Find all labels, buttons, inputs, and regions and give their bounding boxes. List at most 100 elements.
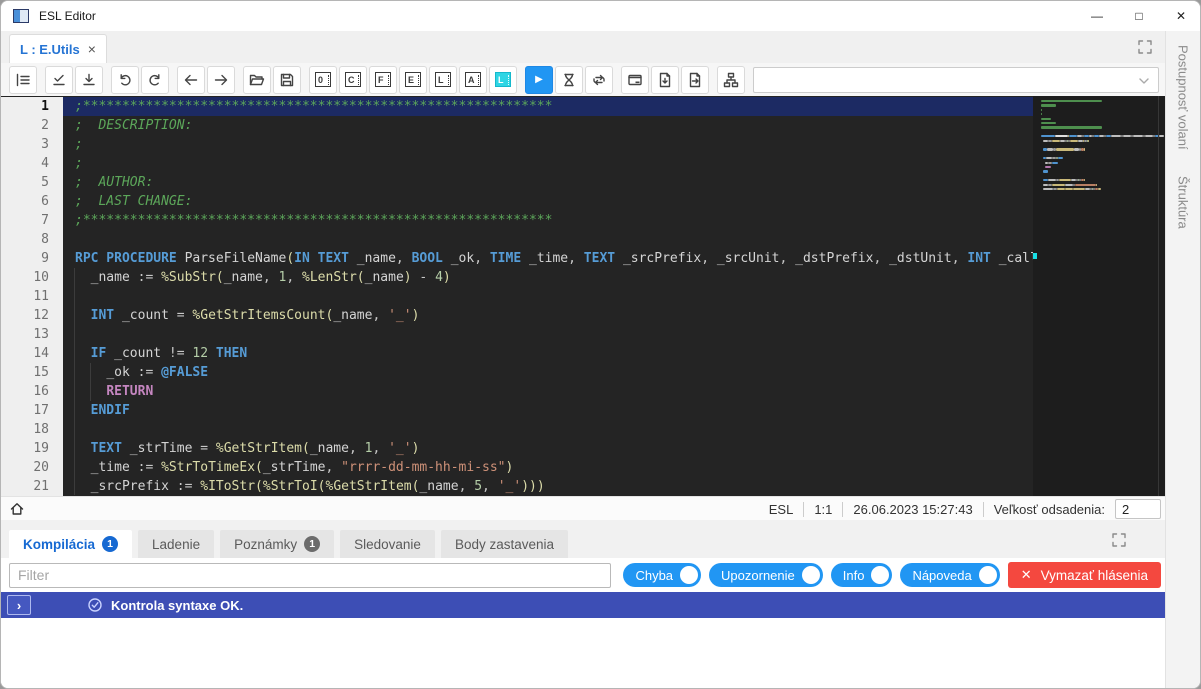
line-number: 1 — [1, 97, 63, 116]
objects-0-button[interactable]: 0 — [309, 66, 337, 94]
code-editor[interactable]: 1;**************************************… — [1, 96, 1167, 496]
undo-button[interactable] — [111, 66, 139, 94]
maximize-button[interactable]: □ — [1118, 1, 1160, 31]
minimap-line — [1039, 187, 1155, 191]
indent-icon — [15, 72, 31, 88]
toggle-n-poveda[interactable]: Nápoveda — [900, 563, 999, 587]
object-type-a-icon: A — [465, 72, 481, 87]
code-line: 15 _ok := @FALSE — [1, 363, 1033, 382]
code-text: IF _count != 12 THEN — [63, 344, 1033, 363]
document-tab-bar: L : E.Utils × — [1, 31, 1167, 63]
code-line: 13 — [1, 325, 1033, 344]
code-text — [63, 287, 1033, 306]
syntax-check-button[interactable] — [45, 66, 73, 94]
code-text: ENDIF — [63, 401, 1033, 420]
code-text: ; DESCRIPTION: — [63, 116, 1033, 135]
object-type-l-icon: L — [495, 72, 511, 87]
code-text: ;***************************************… — [63, 97, 1033, 116]
nav-forward-button[interactable] — [207, 66, 235, 94]
hourglass-icon — [561, 72, 577, 88]
nav-back-button[interactable] — [177, 66, 205, 94]
filter-input[interactable] — [9, 563, 611, 588]
code-line: 19 TEXT _strTime = %GetStrItem(_name, 1,… — [1, 439, 1033, 458]
message-text: Kontrola syntaxe OK. — [111, 598, 243, 613]
minimap[interactable] — [1039, 99, 1155, 191]
bottom-panel: Kompilácia 1 LadeniePoznámky1SledovanieBod… — [1, 520, 1167, 689]
expand-editor-icon[interactable] — [1137, 39, 1153, 55]
tab-close-icon[interactable]: × — [88, 42, 96, 56]
wait-button[interactable] — [555, 66, 583, 94]
tab-e-utils[interactable]: L : E.Utils × — [9, 34, 107, 63]
code-lines[interactable]: 1;**************************************… — [1, 97, 1033, 496]
line-number: 2 — [1, 116, 63, 135]
run-button[interactable]: ▶ — [525, 66, 553, 94]
doc-export-button[interactable] — [681, 66, 709, 94]
code-text — [63, 230, 1033, 249]
code-text: RPC PROCEDURE ParseFileName(IN TEXT _nam… — [63, 249, 1033, 268]
code-text: _time := %StrToTimeEx(_strTime, "rrrr-dd… — [63, 458, 1033, 477]
objects-e-button[interactable]: E — [399, 66, 427, 94]
toggle-upozornenie[interactable]: Upozornenie — [709, 563, 823, 587]
format-indent-button[interactable] — [9, 66, 37, 94]
minimap-strip[interactable] — [1033, 96, 1167, 496]
line-number: 13 — [1, 325, 63, 344]
message-expand-button[interactable]: › — [7, 595, 31, 615]
panel-tab-label: Poznámky — [234, 537, 297, 552]
objects-a-button[interactable]: A — [459, 66, 487, 94]
panel-tab-ladenie[interactable]: Ladenie — [138, 530, 214, 558]
toggle-knob — [871, 566, 889, 584]
doc-save-button[interactable] — [651, 66, 679, 94]
goto-line-button[interactable] — [75, 66, 103, 94]
code-text: TEXT _strTime = %GetStrItem(_name, 1, '_… — [63, 439, 1033, 458]
indent-size-input[interactable] — [1115, 499, 1161, 519]
panel-tab-sledovanie[interactable]: Sledovanie — [340, 530, 435, 558]
home-icon[interactable] — [9, 501, 25, 517]
panel-tab-pozn-mky[interactable]: Poznámky1 — [220, 530, 334, 558]
code-line: 4; — [1, 154, 1033, 173]
panel-tab-body-zastavenia[interactable]: Body zastavenia — [441, 530, 568, 558]
toggle-info[interactable]: Info — [831, 563, 893, 587]
sidebar-tab-postupnos-volan-[interactable]: Postupnosť volaní — [1176, 45, 1191, 150]
call-tree-button[interactable] — [717, 66, 745, 94]
code-line: 12 INT _count = %GetStrItemsCount(_name,… — [1, 306, 1033, 325]
redo-button[interactable] — [141, 66, 169, 94]
objects-c-button[interactable]: C — [339, 66, 367, 94]
tab-count-badge: 1 — [102, 536, 118, 552]
minimize-button[interactable]: — — [1076, 1, 1118, 31]
toggle-label: Upozornenie — [721, 568, 795, 583]
code-line: 8 — [1, 230, 1033, 249]
line-number: 9 — [1, 249, 63, 268]
panel-tab-label: Kompilácia — [23, 537, 95, 552]
save-button[interactable] — [273, 66, 301, 94]
indent-guide — [74, 268, 75, 495]
compilation-message-row[interactable]: › Kontrola syntaxe OK. — [1, 592, 1167, 618]
objects-f-button[interactable]: F — [369, 66, 397, 94]
toggle-knob — [979, 566, 997, 584]
toggle-chyba[interactable]: Chyba — [623, 563, 701, 587]
arrow-left-icon — [183, 72, 199, 88]
filter-row: Chyba Upozornenie Info Nápoveda ✕ Vymazať h… — [1, 558, 1167, 592]
panel-tab-kompil-cia[interactable]: Kompilácia 1 — [9, 530, 132, 558]
objects-l-button[interactable]: L — [429, 66, 457, 94]
objects-l-active-button[interactable]: L — [489, 66, 517, 94]
close-button[interactable]: ✕ — [1160, 1, 1201, 31]
redo-icon — [147, 72, 163, 88]
loop-button[interactable] — [585, 66, 613, 94]
down-line-icon — [81, 72, 97, 88]
sidebar-tab--trukt-ra[interactable]: Štruktúra — [1176, 176, 1191, 229]
line-number: 7 — [1, 211, 63, 230]
statusbar-separator — [803, 502, 804, 517]
panel-layout-button[interactable] — [621, 66, 649, 94]
expand-panel-icon[interactable] — [1111, 532, 1127, 548]
toolbar-group — [9, 66, 37, 94]
code-line: 17 ENDIF — [1, 401, 1033, 420]
line-number: 15 — [1, 363, 63, 382]
panel-tab-bar: Kompilácia 1 LadeniePoznámky1SledovanieBod… — [1, 520, 1167, 558]
line-number: 3 — [1, 135, 63, 154]
toolbar-group — [177, 66, 235, 94]
toggle-label: Chyba — [635, 568, 673, 583]
open-button[interactable] — [243, 66, 271, 94]
code-text: INT _count = %GetStrItemsCount(_name, '_… — [63, 306, 1033, 325]
clear-messages-button[interactable]: ✕ Vymazať hlásenia — [1008, 562, 1161, 588]
procedure-combobox[interactable] — [753, 67, 1159, 93]
